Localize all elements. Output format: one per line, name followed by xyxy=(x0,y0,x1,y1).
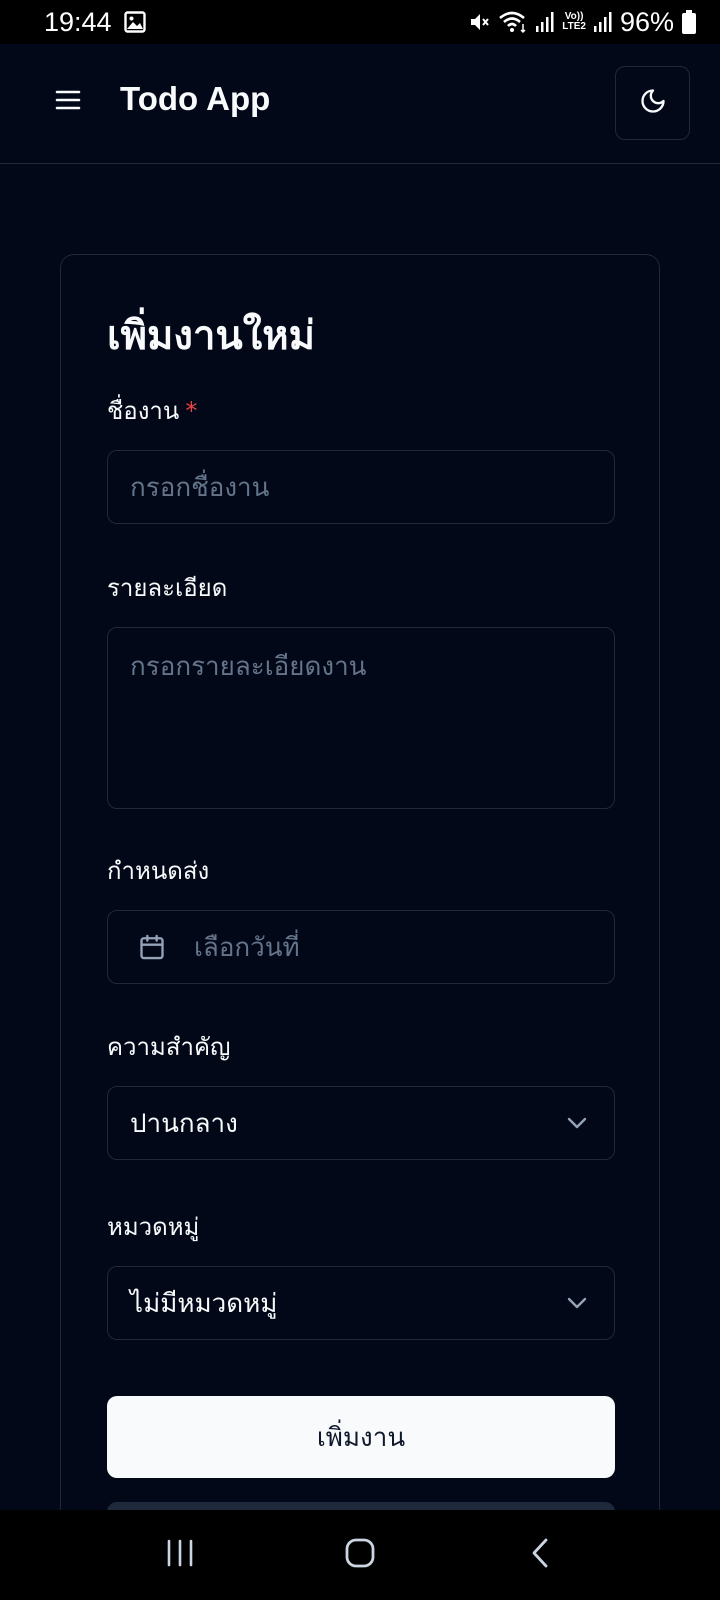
lte-bottom-text: LTE2 xyxy=(562,21,586,32)
app-header: Todo App xyxy=(0,44,720,164)
home-icon xyxy=(344,1537,376,1573)
back-button[interactable] xyxy=(500,1525,580,1585)
task-name-input[interactable]: กรอกชื่องาน xyxy=(107,450,615,524)
wifi-icon xyxy=(498,10,528,34)
priority-value: ปานกลาง xyxy=(130,1108,238,1139)
task-name-placeholder: กรอกชื่องาน xyxy=(130,472,270,503)
theme-toggle-button[interactable] xyxy=(615,66,690,140)
battery-icon xyxy=(682,10,696,34)
recent-apps-button[interactable] xyxy=(140,1525,220,1585)
recent-apps-icon xyxy=(165,1539,195,1571)
page-title: เพิ่มงานใหม่ xyxy=(107,312,316,359)
due-date-picker[interactable]: เลือกวันที่ xyxy=(107,910,615,984)
chevron-down-icon xyxy=(566,1116,588,1130)
status-time: 19:44 xyxy=(44,6,112,37)
system-nav-bar xyxy=(0,1510,720,1600)
category-value: ไม่มีหมวดหมู่ xyxy=(130,1288,278,1319)
priority-label: ความสำคัญ xyxy=(107,1033,231,1061)
home-button[interactable] xyxy=(320,1525,400,1585)
required-mark: * xyxy=(185,397,198,425)
chevron-down-icon xyxy=(566,1296,588,1310)
menu-button[interactable] xyxy=(50,82,86,122)
signal-icon xyxy=(536,12,554,32)
category-select[interactable]: ไม่มีหมวดหมู่ xyxy=(107,1266,615,1340)
signal-icon xyxy=(593,12,612,32)
moon-icon xyxy=(639,87,667,119)
details-label: รายละเอียด xyxy=(107,574,228,602)
status-bar: 19:44 Vo)) LTE2 96% xyxy=(0,0,720,44)
status-right: Vo)) LTE2 96% xyxy=(468,7,696,38)
mute-icon xyxy=(468,11,490,33)
calendar-icon xyxy=(138,933,166,961)
app-title: Todo App xyxy=(120,80,271,117)
hamburger-menu-icon xyxy=(55,89,81,115)
due-date-label: กำหนดส่ง xyxy=(107,857,210,885)
back-icon xyxy=(529,1537,551,1573)
details-placeholder: กรอกรายละเอียดงาน xyxy=(130,652,367,682)
battery-percent: 96% xyxy=(619,6,674,37)
task-name-label-text: ชื่องาน xyxy=(107,397,180,425)
add-task-button[interactable]: เพิ่มงาน xyxy=(107,1396,615,1478)
due-date-placeholder: เลือกวันที่ xyxy=(194,932,300,963)
details-textarea[interactable]: กรอกรายละเอียดงาน xyxy=(107,627,615,809)
task-name-label: ชื่องาน * xyxy=(107,391,197,430)
lte-indicator: Vo)) LTE2 xyxy=(562,12,586,32)
gallery-icon xyxy=(123,11,146,33)
category-label: หมวดหมู่ xyxy=(107,1213,200,1241)
priority-select[interactable]: ปานกลาง xyxy=(107,1086,615,1160)
status-left: 19:44 xyxy=(44,7,146,38)
add-task-card: เพิ่มงานใหม่ ชื่องาน * กรอกชื่องาน รายละเ… xyxy=(60,254,660,1600)
